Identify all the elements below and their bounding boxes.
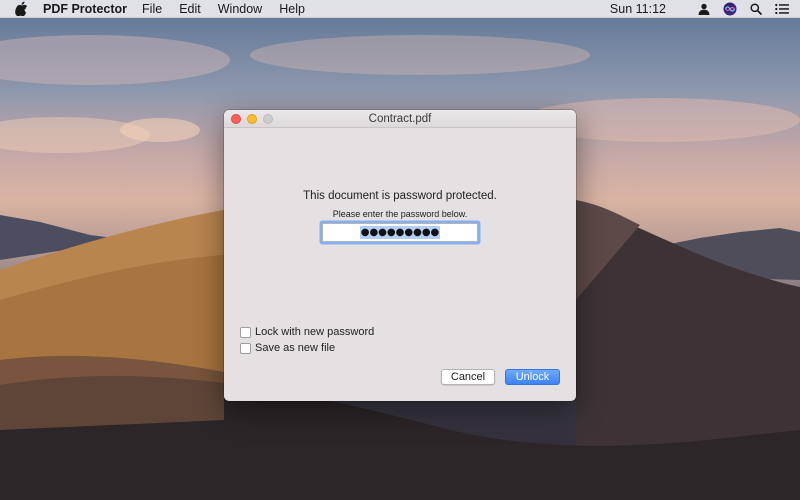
minimize-window-icon[interactable]	[247, 114, 257, 124]
zoom-window-icon	[263, 114, 273, 124]
window-titlebar[interactable]: Contract.pdf	[224, 110, 576, 128]
lock-with-new-password-label: Lock with new password	[255, 326, 375, 338]
menu-help[interactable]: Help	[279, 2, 305, 16]
menu-edit[interactable]: Edit	[179, 2, 201, 16]
menu-bar: PDF Protector File Edit Window Help Sun …	[0, 0, 800, 18]
password-dialog: Contract.pdf This document is password p…	[224, 110, 576, 401]
menu-file[interactable]: File	[142, 2, 162, 16]
window-title: Contract.pdf	[368, 113, 432, 125]
user-icon[interactable]	[696, 1, 712, 17]
password-value: ●●●●●●●●●	[359, 226, 441, 239]
siri-icon[interactable]	[722, 1, 738, 17]
menubar-clock[interactable]: Sun 11:12	[610, 2, 666, 16]
dialog-instruction: Please enter the password below.	[332, 209, 468, 219]
dialog-message: This document is password protected.	[303, 190, 497, 202]
apple-menu-icon[interactable]	[15, 1, 29, 17]
close-window-icon[interactable]	[231, 114, 241, 124]
menu-window[interactable]: Window	[218, 2, 262, 16]
unlock-button[interactable]: Unlock	[505, 369, 560, 385]
lock-with-new-password-option[interactable]: Lock with new password	[240, 326, 374, 338]
save-as-new-file-option[interactable]: Save as new file	[240, 342, 335, 354]
save-as-new-file-checkbox[interactable]	[240, 342, 251, 354]
app-menu[interactable]: PDF Protector	[43, 2, 127, 16]
spotlight-search-icon[interactable]	[748, 1, 764, 17]
notification-center-icon[interactable]	[774, 1, 790, 17]
cancel-button[interactable]: Cancel	[441, 369, 495, 385]
password-input[interactable]: ●●●●●●●●●	[322, 223, 478, 242]
lock-with-new-password-checkbox[interactable]	[240, 326, 251, 338]
save-as-new-file-label: Save as new file	[255, 342, 336, 354]
